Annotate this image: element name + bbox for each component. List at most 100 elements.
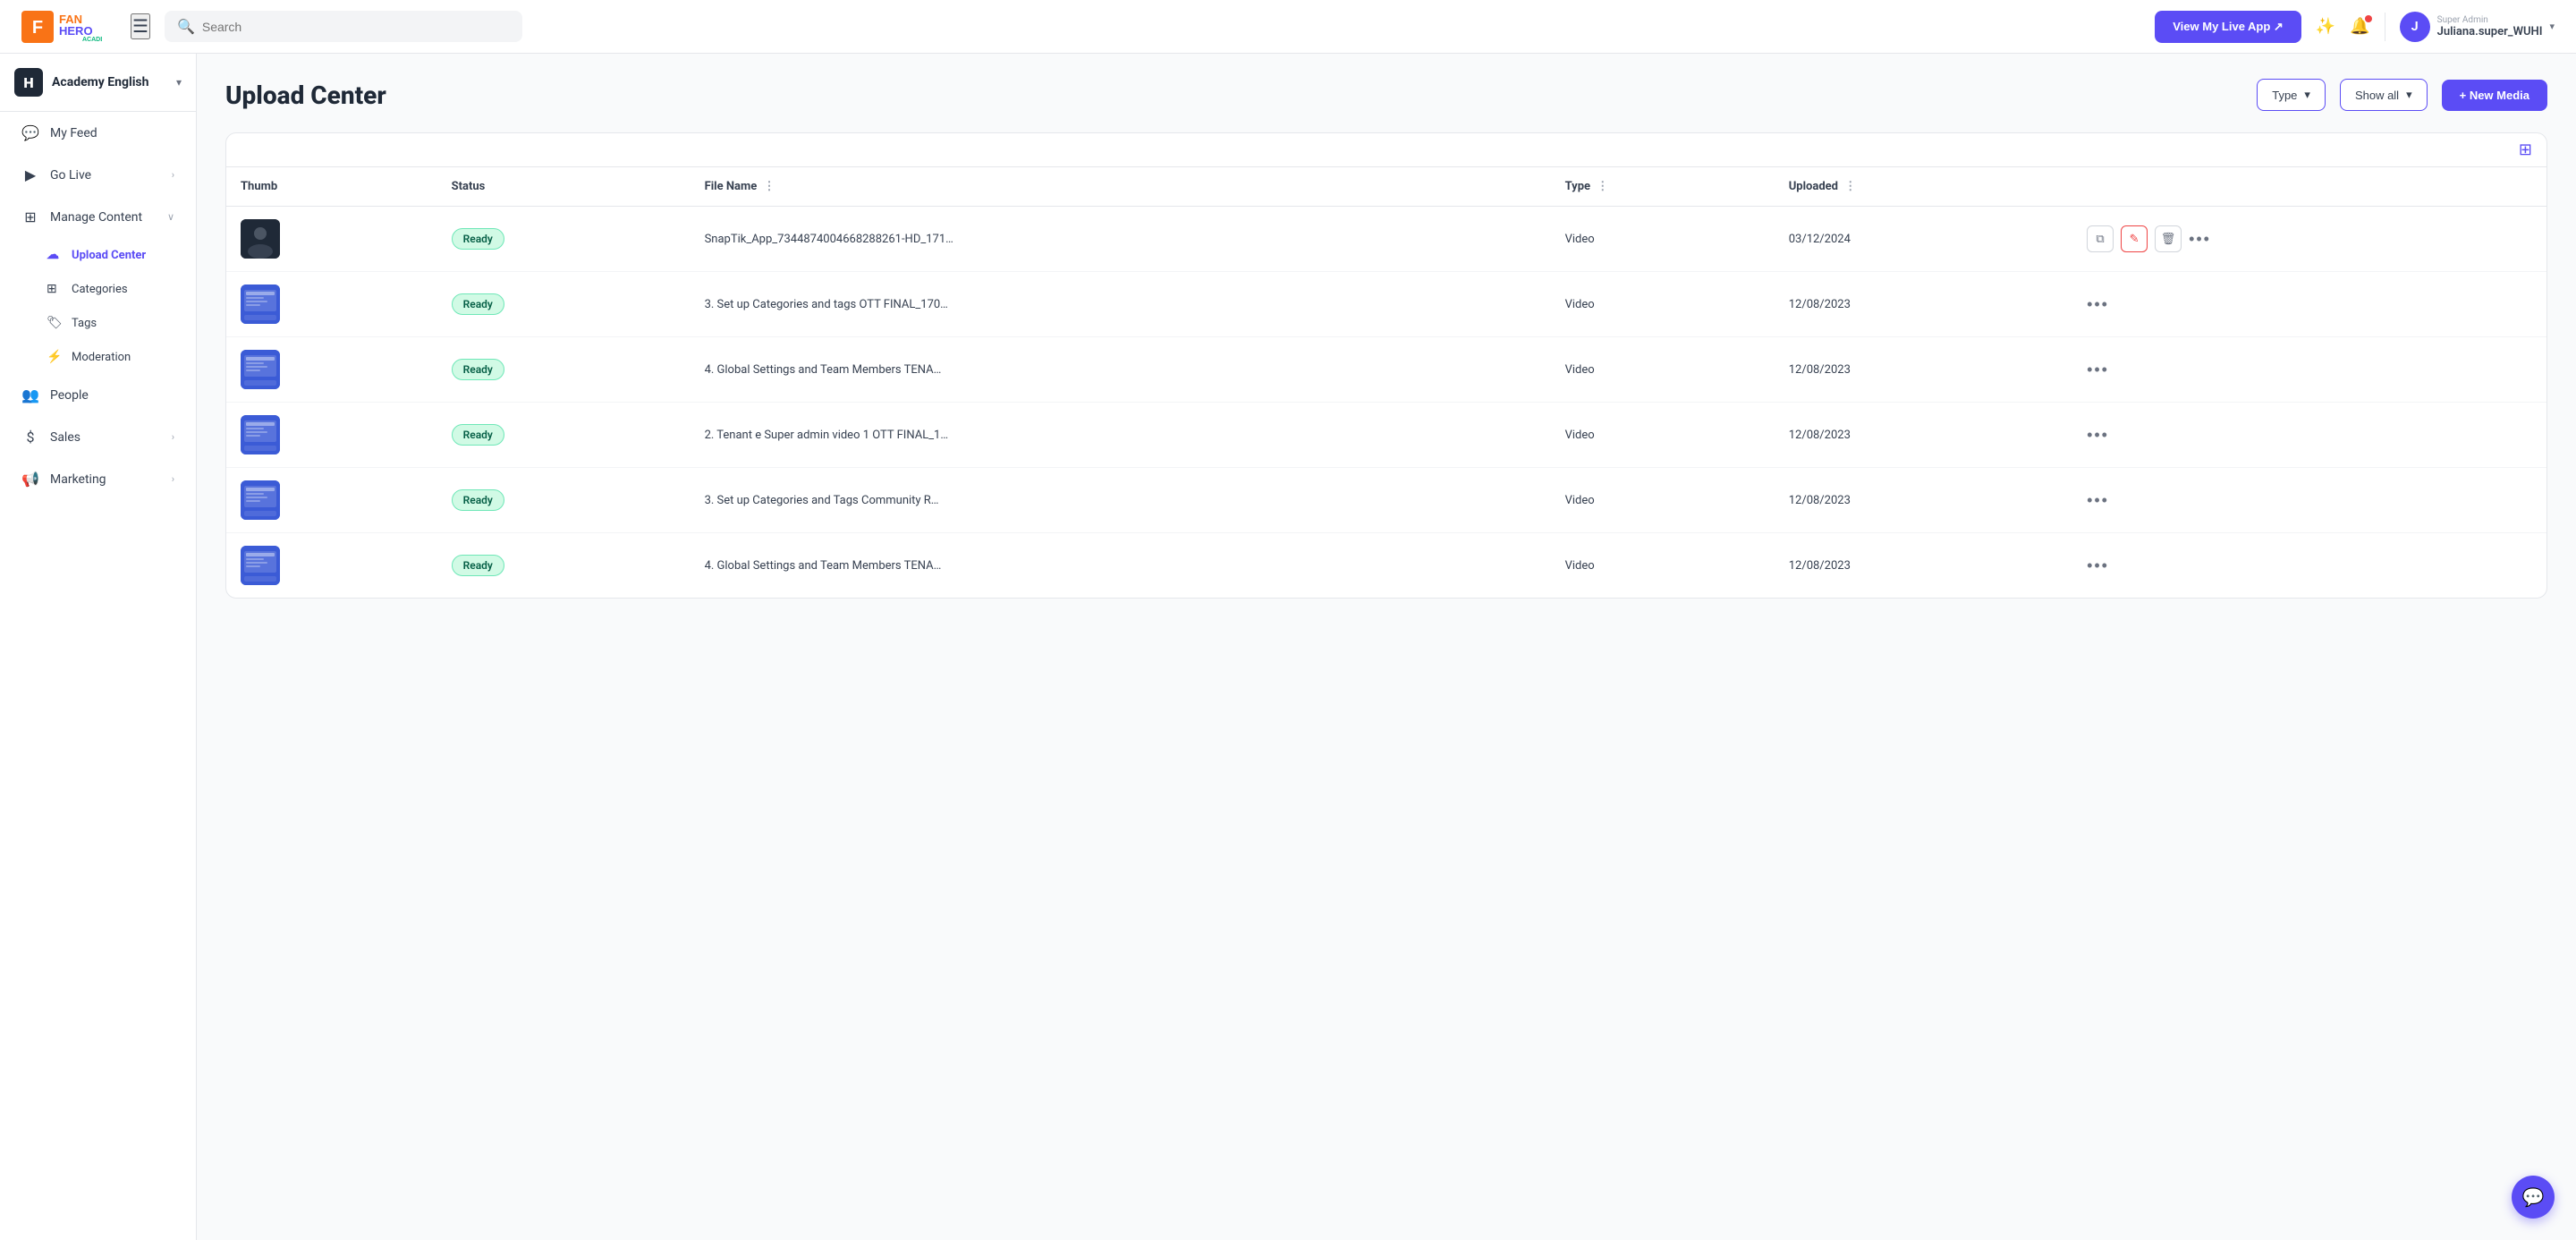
status-badge: Ready — [452, 359, 504, 380]
sidebar: H Academy English ▾ 💬 My Feed ▶ Go Live … — [0, 54, 197, 1240]
col-header-actions — [2072, 167, 2546, 207]
status-badge: Ready — [452, 424, 504, 446]
uploaded-col-menu-icon[interactable]: ⋮ — [1844, 180, 1856, 193]
more-options-button[interactable]: ••• — [2087, 556, 2109, 575]
cell-uploaded: 12/08/2023 — [1775, 533, 2072, 599]
user-name: Juliana.super_WUHI — [2437, 25, 2543, 38]
filename-col-menu-icon[interactable]: ⋮ — [763, 180, 775, 193]
notifications-button[interactable]: 🔔 — [2350, 17, 2369, 36]
cell-type: Video — [1551, 337, 1775, 403]
user-chevron-icon: ▾ — [2549, 21, 2555, 32]
type-filter-button[interactable]: Type ▾ — [2257, 79, 2326, 111]
hamburger-menu[interactable]: ☰ — [131, 13, 150, 39]
more-icon: ••• — [2087, 491, 2109, 509]
grid-view-button[interactable]: ⊞ — [2519, 140, 2532, 159]
sidebar-item-moderation[interactable]: ⚡ Moderation — [7, 341, 189, 373]
type-chevron-icon: ▾ — [2304, 88, 2310, 102]
sidebar-item-marketing[interactable]: 📢 Marketing › — [7, 460, 189, 498]
sidebar-item-sales[interactable]: $ Sales › — [7, 418, 189, 456]
copy-button[interactable]: ⧉ — [2087, 225, 2114, 252]
more-icon: ••• — [2087, 361, 2109, 378]
col-header-thumb: Thumb — [226, 167, 437, 207]
marketing-chevron-icon: › — [172, 473, 174, 485]
col-header-filename: File Name ⋮ — [691, 167, 1551, 207]
sidebar-item-manage-content[interactable]: ⊞ Manage Content ∨ — [7, 198, 189, 236]
thumbnail — [241, 219, 280, 259]
cell-filename: 4. Global Settings and Team Members TENA… — [691, 533, 1551, 599]
cell-actions: ••• — [2072, 468, 2546, 533]
magic-wand-button[interactable]: ✨ — [2316, 17, 2335, 36]
new-media-button[interactable]: + New Media — [2442, 80, 2547, 111]
svg-text:F: F — [32, 18, 43, 38]
sidebar-item-people[interactable]: 👥 People — [7, 376, 189, 414]
more-options-button[interactable]: ••• — [2087, 491, 2109, 510]
edit-icon: ✎ — [2130, 232, 2140, 246]
more-options-button[interactable]: ••• — [2087, 295, 2109, 314]
table-toolbar: ⊞ — [226, 133, 2546, 167]
sidebar-subitem-label: Moderation — [72, 351, 131, 364]
user-info: Super Admin Juliana.super_WUHI — [2437, 15, 2543, 38]
table-row: Ready3. Set up Categories and Tags Commu… — [226, 468, 2546, 533]
cell-status: Ready — [437, 337, 691, 403]
marketing-icon: 📢 — [21, 471, 39, 488]
more-options-button[interactable]: ••• — [2087, 426, 2109, 445]
user-role: Super Admin — [2437, 15, 2543, 25]
table-row: Ready 4. Global Settings and Team Members… — [226, 533, 2546, 599]
more-icon: ••• — [2087, 426, 2109, 444]
sidebar-subitem-label: Tags — [72, 317, 97, 330]
go-live-chevron-icon: › — [172, 169, 174, 181]
cell-type: Video — [1551, 533, 1775, 599]
thumbnail — [241, 350, 280, 389]
workspace-chevron-icon: ▾ — [176, 76, 182, 89]
sidebar-item-tags[interactable]: 🏷 Tags — [7, 307, 189, 339]
table-row: Ready2. Tenant e Super admin video 1 OTT… — [226, 403, 2546, 468]
workspace-selector[interactable]: H Academy English ▾ — [0, 54, 196, 112]
search-bar[interactable]: 🔍 — [165, 11, 522, 42]
more-options-button[interactable]: ••• — [2189, 230, 2211, 249]
cell-type: Video — [1551, 468, 1775, 533]
sidebar-subitem-label: Upload Center — [72, 249, 146, 262]
thumbnail — [241, 415, 280, 454]
user-menu[interactable]: J Super Admin Juliana.super_WUHI ▾ — [2400, 12, 2555, 42]
sidebar-item-go-live[interactable]: ▶ Go Live › — [7, 156, 189, 194]
more-icon: ••• — [2087, 295, 2109, 313]
delete-button[interactable]: 🗑 — [2155, 225, 2182, 252]
edit-button[interactable]: ✎ — [2121, 225, 2148, 252]
tags-icon: 🏷 — [47, 316, 63, 330]
main-layout: H Academy English ▾ 💬 My Feed ▶ Go Live … — [0, 54, 2576, 1240]
sidebar-item-upload-center[interactable]: ☁ Upload Center — [7, 239, 189, 271]
app-logo: F FAN HERO ACADEMY — [21, 11, 102, 43]
cell-actions: ••• — [2072, 337, 2546, 403]
sidebar-item-categories[interactable]: ⊞ Categories — [7, 273, 189, 305]
search-input[interactable] — [202, 20, 510, 34]
sidebar-item-label: Manage Content — [50, 210, 142, 225]
table-header-row: Thumb Status File Name ⋮ Type ⋮ — [226, 167, 2546, 207]
cell-status: Ready — [437, 403, 691, 468]
media-table: Thumb Status File Name ⋮ Type ⋮ — [226, 167, 2546, 598]
cell-uploaded: 12/08/2023 — [1775, 337, 2072, 403]
sidebar-item-my-feed[interactable]: 💬 My Feed — [7, 114, 189, 152]
support-fab[interactable]: 💬 — [2512, 1176, 2555, 1219]
cell-thumb — [226, 533, 437, 599]
status-badge: Ready — [452, 489, 504, 511]
my-feed-icon: 💬 — [21, 124, 39, 141]
col-header-uploaded: Uploaded ⋮ — [1775, 167, 2072, 207]
cell-status: Ready — [437, 533, 691, 599]
thumbnail — [241, 285, 280, 324]
moderation-icon: ⚡ — [47, 350, 63, 364]
cell-status: Ready — [437, 207, 691, 272]
cell-thumb — [226, 272, 437, 337]
type-col-menu-icon[interactable]: ⋮ — [1597, 180, 1608, 193]
show-all-filter-button[interactable]: Show all ▾ — [2340, 79, 2428, 111]
status-badge: Ready — [452, 555, 504, 576]
cell-thumb — [226, 403, 437, 468]
page-header: Upload Center Type ▾ Show all ▾ + New Me… — [225, 79, 2547, 111]
col-header-status: Status — [437, 167, 691, 207]
sidebar-item-label: My Feed — [50, 126, 97, 140]
view-live-button[interactable]: View My Live App ↗ — [2155, 11, 2301, 43]
more-options-button[interactable]: ••• — [2087, 361, 2109, 379]
people-icon: 👥 — [21, 386, 39, 403]
sidebar-item-label: Marketing — [50, 472, 106, 487]
workspace-icon: H — [14, 68, 43, 97]
manage-content-chevron-icon: ∨ — [167, 211, 174, 223]
